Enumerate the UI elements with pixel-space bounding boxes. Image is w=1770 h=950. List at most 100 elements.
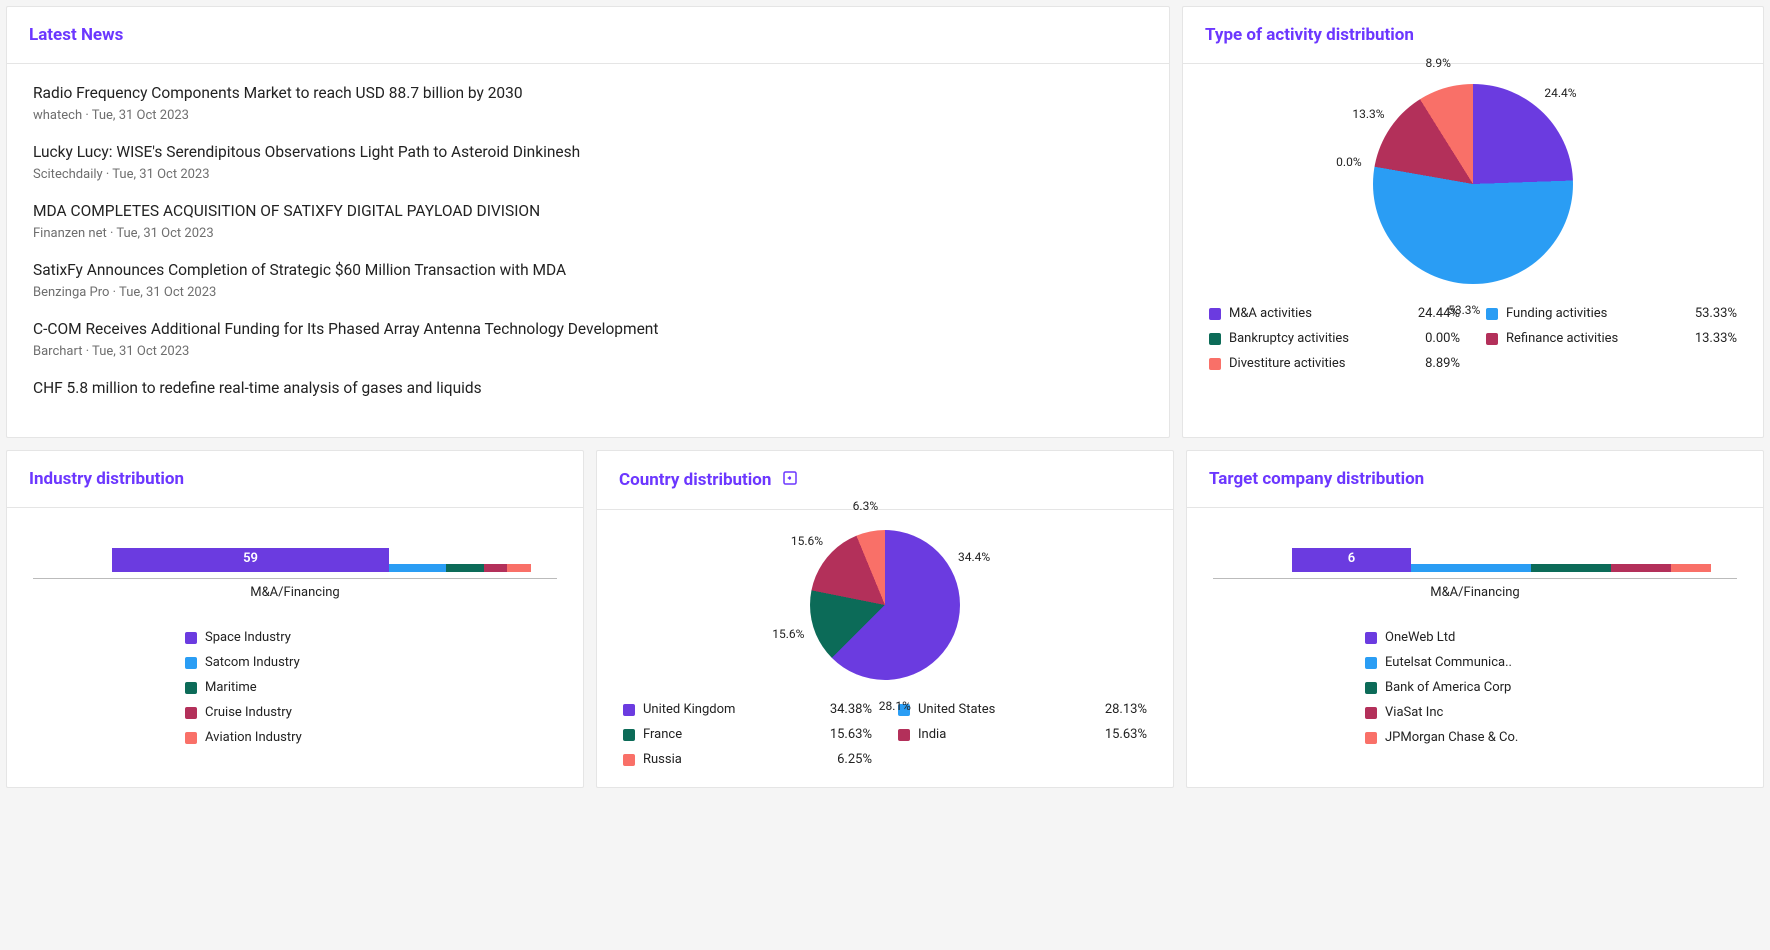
latest-news-title: Latest News: [29, 25, 123, 45]
industry-body: 59 M&A/Financing Space Industry Satcom In…: [7, 508, 583, 765]
legend-swatch: [1209, 358, 1221, 370]
news-item[interactable]: C-COM Receives Additional Funding for It…: [33, 320, 1143, 359]
target-legend: OneWeb Ltd Eutelsat Communica.. Bank of Am…: [1365, 630, 1585, 745]
legend-label: OneWeb Ltd: [1385, 630, 1455, 645]
card-header: Country distribution: [597, 451, 1173, 510]
news-item[interactable]: MDA COMPLETES ACQUISITION OF SATIXFY DIG…: [33, 202, 1143, 241]
news-item[interactable]: CHF 5.8 million to redefine real-time an…: [33, 379, 1143, 397]
legend-item[interactable]: Refinance activities13.33%: [1486, 331, 1737, 346]
target-bar-chart[interactable]: 66: [1213, 548, 1737, 572]
legend-swatch: [185, 732, 197, 744]
card-header: Latest News: [7, 7, 1169, 64]
legend-value: 8.89%: [1425, 356, 1460, 371]
activity-title: Type of activity distribution: [1205, 25, 1414, 45]
news-headline[interactable]: CHF 5.8 million to redefine real-time an…: [33, 379, 1143, 397]
legend-item[interactable]: Satcom Industry: [185, 655, 405, 670]
pie-slice-label: 34.4%: [958, 550, 990, 564]
country-title: Country distribution: [619, 470, 771, 490]
legend-item[interactable]: OneWeb Ltd: [1365, 630, 1585, 645]
legend-value: 28.13%: [1105, 702, 1147, 717]
card-header: Target company distribution: [1187, 451, 1763, 508]
legend-value: 15.63%: [1105, 727, 1147, 742]
legend-item[interactable]: Cruise Industry: [185, 705, 405, 720]
country-body: 34.4%28.1%15.6%15.6%6.3% United Kingdom 3…: [597, 510, 1173, 787]
news-headline[interactable]: SatixFy Announces Completion of Strategi…: [33, 261, 1143, 279]
legend-swatch: [1209, 333, 1221, 345]
legend-label: Divestiture activities: [1229, 356, 1346, 371]
legend-swatch: [185, 632, 197, 644]
legend-swatch: [185, 657, 197, 669]
legend-item[interactable]: Eutelsat Communica..: [1365, 655, 1585, 670]
legend-item[interactable]: Divestiture activities 8.89%: [1209, 356, 1460, 371]
legend-item[interactable]: Maritime: [185, 680, 405, 695]
bar-segment[interactable]: [1611, 564, 1671, 572]
industry-title: Industry distribution: [29, 469, 184, 489]
legend-item[interactable]: France15.63%: [623, 727, 872, 742]
legend-label: ViaSat Inc: [1385, 705, 1443, 720]
bar-segment[interactable]: [1531, 564, 1611, 572]
legend-label: Funding activities: [1506, 306, 1607, 321]
bar-segment[interactable]: [1671, 564, 1711, 572]
legend-label: Bankruptcy activities: [1229, 331, 1349, 346]
legend-swatch: [1365, 632, 1377, 644]
news-item[interactable]: Lucky Lucy: WISE's Serendipitous Observa…: [33, 143, 1143, 182]
legend-item[interactable]: United States 28.13%: [898, 702, 1147, 717]
legend-value: 34.38%: [830, 702, 872, 717]
news-item[interactable]: SatixFy Announces Completion of Strategi…: [33, 261, 1143, 300]
legend-swatch: [1365, 732, 1377, 744]
target-axis-label: M&A/Financing: [1213, 585, 1737, 600]
legend-label: JPMorgan Chase & Co.: [1385, 730, 1518, 745]
legend-label: Maritime: [205, 680, 257, 695]
legend-swatch: [623, 729, 635, 741]
activity-card: Type of activity distribution 24.4%53.3%…: [1182, 6, 1764, 438]
pie-slice-label: 28.1%: [879, 699, 911, 713]
country-card: Country distribution 34.4%28.1%15.6%15.6…: [596, 450, 1174, 788]
legend-item[interactable]: Bank of America Corp: [1365, 680, 1585, 695]
legend-swatch: [185, 682, 197, 694]
pie-slice-label: 6.3%: [853, 499, 878, 513]
news-headline[interactable]: Radio Frequency Components Market to rea…: [33, 84, 1143, 102]
pie-slice-label: 53.3%: [1448, 303, 1480, 317]
legend-item[interactable]: Aviation Industry: [185, 730, 405, 745]
activity-pie-chart[interactable]: 24.4%53.3%0.0%13.3%8.9%: [1373, 84, 1573, 284]
legend-item[interactable]: Space Industry: [185, 630, 405, 645]
bar-segment[interactable]: [446, 564, 484, 572]
legend-label: United States: [918, 702, 995, 717]
legend-label: Space Industry: [205, 630, 291, 645]
legend-value: 6.25%: [837, 752, 872, 767]
legend-swatch: [185, 707, 197, 719]
news-headline[interactable]: Lucky Lucy: WISE's Serendipitous Observa…: [33, 143, 1143, 161]
pie-slice-label: 24.4%: [1544, 86, 1576, 100]
pie-slice-label: 0.0%: [1336, 155, 1361, 169]
pie-slice-label: 15.6%: [791, 534, 823, 548]
legend-item[interactable]: JPMorgan Chase & Co.: [1365, 730, 1585, 745]
popout-icon[interactable]: [781, 469, 799, 491]
legend-label: Satcom Industry: [205, 655, 300, 670]
bar-segment[interactable]: [507, 564, 531, 572]
news-headline[interactable]: C-COM Receives Additional Funding for It…: [33, 320, 1143, 338]
bar-segment[interactable]: [389, 564, 446, 572]
news-meta: Benzinga Pro · Tue, 31 Oct 2023: [33, 285, 1143, 300]
legend-item[interactable]: Funding activities 53.33%: [1486, 306, 1737, 321]
legend-item[interactable]: India15.63%: [898, 727, 1147, 742]
pie-slice-label: 15.6%: [772, 627, 804, 641]
country-pie-chart[interactable]: 34.4%28.1%15.6%15.6%6.3%: [810, 530, 960, 680]
legend-item[interactable]: Russia6.25%: [623, 752, 872, 767]
bar-segment[interactable]: [484, 564, 508, 572]
industry-bar-chart[interactable]: 59: [33, 548, 557, 572]
news-headline[interactable]: MDA COMPLETES ACQUISITION OF SATIXFY DIG…: [33, 202, 1143, 220]
legend-swatch: [1365, 682, 1377, 694]
news-meta: Finanzen net · Tue, 31 Oct 2023: [33, 226, 1143, 241]
legend-item[interactable]: ViaSat Inc: [1365, 705, 1585, 720]
legend-item[interactable]: Bankruptcy activities0.00%: [1209, 331, 1460, 346]
legend-label: United Kingdom: [643, 702, 735, 717]
legend-swatch: [898, 729, 910, 741]
legend-item[interactable]: United Kingdom 34.38%: [623, 702, 872, 717]
legend-value: 15.63%: [830, 727, 872, 742]
industry-axis-label: M&A/Financing: [33, 585, 557, 600]
legend-swatch: [1209, 308, 1221, 320]
legend-value: 53.33%: [1695, 306, 1737, 321]
legend-item[interactable]: M&A activities24.44%: [1209, 306, 1460, 321]
activity-body: 24.4%53.3%0.0%13.3%8.9% M&A activities24…: [1183, 64, 1763, 391]
news-item[interactable]: Radio Frequency Components Market to rea…: [33, 84, 1143, 123]
